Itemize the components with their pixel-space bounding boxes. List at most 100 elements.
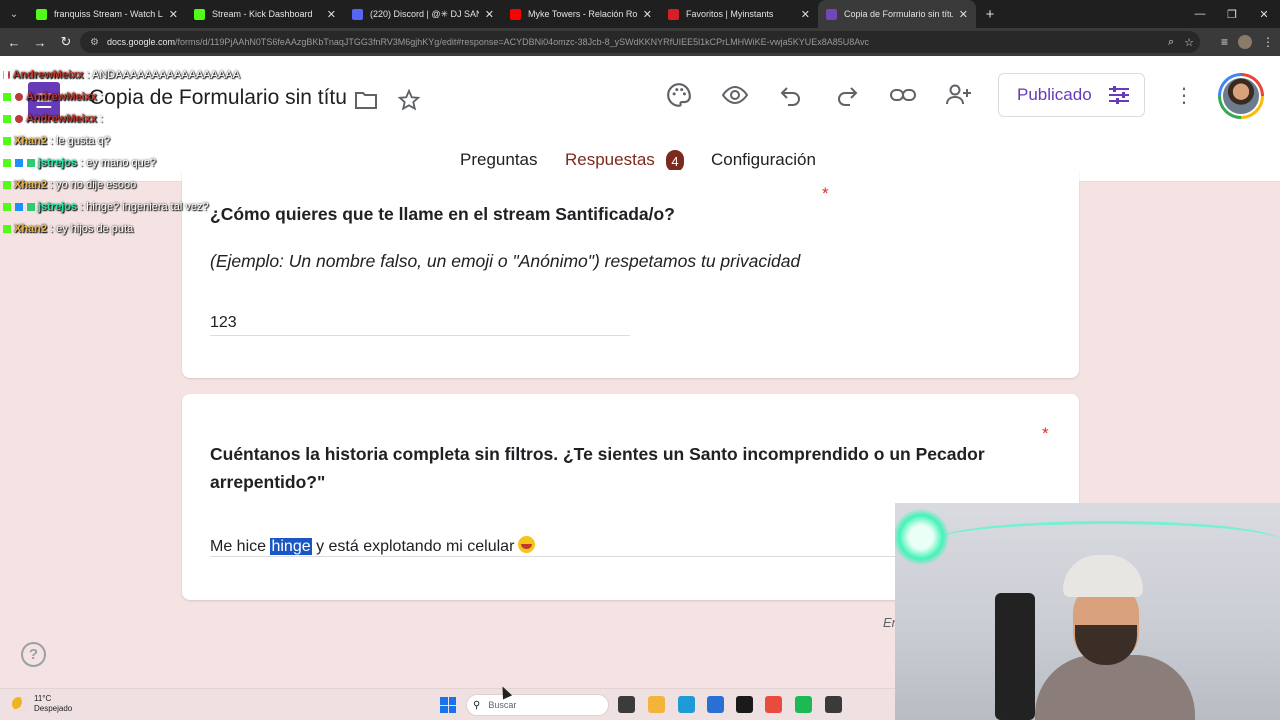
stream-chat-overlay: AndrewMeixx: ANDAAAAAAAAAAAAAAAAA AndrewM… [0, 64, 240, 240]
chat-username[interactable]: jstrejos [38, 201, 77, 213]
chat-badge-icon [8, 71, 10, 79]
media-control-icon[interactable]: ≡ [1221, 35, 1228, 49]
tab-title: Myke Towers - Relación Rota (V [528, 9, 637, 19]
browser-tab[interactable]: Stream - Kick Dashboard ✕ [186, 0, 344, 28]
forward-icon[interactable]: → [28, 30, 52, 54]
tab-search-chevron-icon[interactable]: ⌄ [0, 0, 28, 28]
chat-badge-icon [3, 203, 11, 211]
chat-text: : [99, 91, 103, 103]
folder-icon[interactable] [352, 86, 380, 114]
tab-favicon-icon [510, 8, 521, 20]
star-icon[interactable] [395, 86, 423, 114]
selected-text-highlight[interactable]: hinge [270, 538, 312, 555]
close-tab-icon[interactable]: ✕ [643, 8, 652, 21]
chat-badge-icon [15, 159, 23, 167]
add-collaborator-icon[interactable] [944, 80, 974, 110]
weather-widget[interactable]: 11°C Despejado [12, 694, 72, 714]
tab-respuestas[interactable]: Respuestas [565, 150, 655, 170]
reload-icon[interactable]: ↻ [54, 30, 78, 54]
laughing-emoji-icon [518, 536, 536, 553]
browser-tab[interactable]: (220) Discord | @✳ DJ SANRO ✕ [344, 0, 502, 28]
close-tab-icon[interactable]: ✕ [485, 8, 494, 21]
zoom-icon[interactable]: ⌕ [1168, 36, 1174, 49]
close-tab-icon[interactable]: ✕ [169, 8, 178, 21]
window-controls: — ❐ ✕ [1184, 0, 1280, 28]
maximize-icon[interactable]: ❐ [1216, 0, 1248, 28]
chat-badge-icon [27, 159, 35, 167]
palette-icon[interactable] [664, 80, 694, 110]
close-window-icon[interactable]: ✕ [1248, 0, 1280, 28]
chat-username[interactable]: Xhan2 [14, 223, 47, 235]
answer-underline [210, 556, 930, 557]
tab-favicon-icon [352, 8, 363, 20]
store-app-icon[interactable] [707, 696, 724, 713]
folder-app-icon[interactable] [648, 696, 665, 713]
redo-icon[interactable] [832, 80, 862, 110]
chat-username[interactable]: Xhan2 [14, 135, 47, 147]
neon-smiley-sign [895, 509, 949, 565]
search-icon: ⚲ [473, 699, 481, 711]
question-title-line-1: Cuéntanos la historia completa sin filtr… [210, 444, 985, 464]
browser-tab[interactable]: Favoritos | Myinstants ✕ [660, 0, 818, 28]
chat-username[interactable]: Xhan2 [14, 179, 47, 191]
answer-underline [210, 335, 630, 336]
required-mark: * [1042, 424, 1049, 443]
chat-username[interactable]: jstrejos [38, 157, 77, 169]
address-bar[interactable]: ⚙ docs.google.com/forms/d/119PjAAhN0TS6f… [80, 31, 1200, 53]
browser-tab[interactable]: franquiss Stream - Watch Live o ✕ [28, 0, 186, 28]
undo-icon[interactable] [776, 80, 806, 110]
tabs-container: franquiss Stream - Watch Live o✕Stream -… [28, 0, 976, 28]
windows-taskbar: 11°C Despejado ⚲ Buscar [0, 688, 895, 720]
close-tab-icon[interactable]: ✕ [959, 8, 968, 21]
answer-text[interactable]: Me hice hinge y está explotando mi celul… [210, 536, 536, 556]
chat-badge-icon [27, 203, 35, 211]
spotify-app-icon[interactable] [795, 696, 812, 713]
bookmark-star-icon[interactable]: ☆ [1184, 36, 1194, 49]
minimize-icon[interactable]: — [1184, 0, 1216, 28]
required-mark: * [822, 184, 829, 203]
tab-title: (220) Discord | @✳ DJ SANRO [370, 8, 479, 19]
windows-start-icon[interactable] [440, 697, 456, 713]
close-tab-icon[interactable]: ✕ [801, 8, 810, 21]
taskbar-search[interactable]: ⚲ Buscar [466, 694, 609, 716]
chat-username[interactable]: AndrewMeixx [13, 69, 84, 81]
close-tab-icon[interactable]: ✕ [327, 8, 336, 21]
tune-settings-icon[interactable] [1108, 85, 1130, 110]
more-options-icon[interactable]: ⋮ [1172, 80, 1196, 110]
chat-message: jstrejos: hinge? ingeniera tal vez? [0, 196, 240, 218]
link-icon[interactable] [888, 80, 918, 110]
browser-tab-strip: ⌄ franquiss Stream - Watch Live o✕Stream… [0, 0, 1280, 28]
back-icon[interactable]: ← [2, 30, 26, 54]
chat-text: : le gusta q? [50, 135, 110, 147]
ycombinator-app-icon[interactable] [736, 696, 753, 713]
chat-badge-icon [15, 115, 23, 123]
webcam-overlay [895, 503, 1280, 720]
moon-icon [12, 697, 26, 711]
site-info-icon[interactable]: ⚙ [90, 37, 99, 48]
chat-message: AndrewMeixx: [0, 108, 240, 130]
tab-preguntas[interactable]: Preguntas [460, 150, 538, 170]
tab-title: Stream - Kick Dashboard [212, 9, 313, 19]
browser-menu-icon[interactable]: ⋮ [1262, 35, 1274, 49]
publish-button[interactable]: Publicado [998, 73, 1145, 117]
file-manager-app-icon[interactable] [618, 696, 635, 713]
chat-badge-icon [3, 93, 11, 101]
help-icon[interactable]: ? [21, 642, 46, 667]
weather-condition: Despejado [34, 704, 73, 713]
new-tab-button[interactable]: + [976, 0, 1004, 28]
chat-message: Xhan2: le gusta q? [0, 130, 240, 152]
gaming-chair [995, 593, 1035, 720]
browser-tab[interactable]: Myke Towers - Relación Rota (V ✕ [502, 0, 660, 28]
chat-username[interactable]: AndrewMeixx [26, 91, 97, 103]
browser-tab[interactable]: Copia de Formulario sin título - ✕ [818, 0, 976, 28]
obs-app-icon[interactable] [825, 696, 842, 713]
edge-app-icon[interactable] [678, 696, 695, 713]
tab-configuracion[interactable]: Configuración [711, 150, 816, 170]
chat-message: AndrewMeixx: [0, 86, 240, 108]
preview-eye-icon[interactable] [720, 80, 750, 110]
account-avatar[interactable] [1218, 73, 1264, 119]
answer-text[interactable]: 123 [210, 314, 237, 332]
profile-icon[interactable] [1238, 35, 1252, 49]
chat-username[interactable]: AndrewMeixx [26, 113, 97, 125]
chrome-app-icon[interactable] [765, 696, 782, 713]
